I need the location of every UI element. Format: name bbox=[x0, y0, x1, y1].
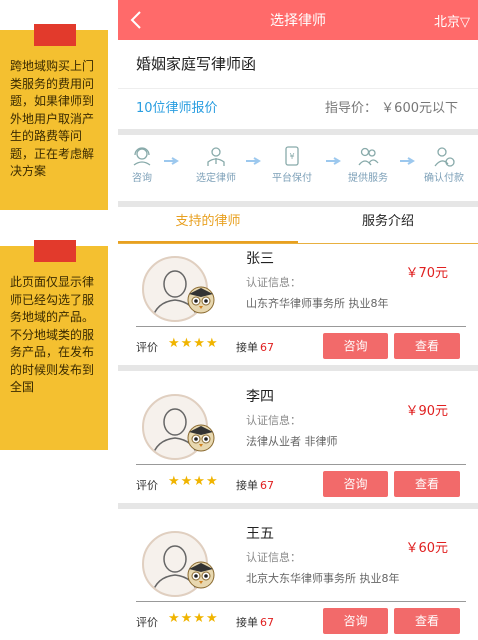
rating-label: 评价 bbox=[136, 341, 158, 354]
quote-row: 10位律师报价 指导价： ￥600元以下 bbox=[118, 89, 478, 129]
orders-count: 接单 67 bbox=[236, 614, 274, 630]
orders-count: 接单 67 bbox=[236, 477, 274, 493]
step-label: 提供服务 bbox=[348, 173, 388, 184]
orders-value: 67 bbox=[260, 616, 274, 629]
note-text: 此页面仅显示律师已经勾选了服务地域的产品。 不分地域类的服务产品，在发布的时候则… bbox=[10, 275, 95, 394]
lawyer-price: ￥90元 bbox=[405, 404, 448, 419]
lawyer-name: 李四 bbox=[246, 389, 274, 405]
step-confirm: 确认付款 bbox=[414, 145, 474, 184]
svg-text:¥: ¥ bbox=[289, 152, 294, 161]
owl-mascot-icon bbox=[187, 561, 215, 589]
user-pay-icon bbox=[434, 147, 455, 167]
card-divider bbox=[136, 601, 466, 602]
cert-label: 认证信息： bbox=[246, 276, 301, 289]
quote-count-link[interactable]: 10位律师报价 bbox=[136, 101, 218, 116]
card-separator bbox=[118, 365, 478, 371]
cert-value: 法律从业者 非律师 bbox=[246, 435, 338, 448]
lawyer-name: 张三 bbox=[246, 251, 274, 267]
note-tab-marker bbox=[34, 24, 76, 46]
city-selector[interactable]: 北京▽ bbox=[434, 11, 470, 30]
lawyer-price: ￥60元 bbox=[405, 541, 448, 556]
orders-count: 接单 67 bbox=[236, 339, 274, 355]
lawyer-name: 王五 bbox=[246, 526, 274, 542]
headset-icon bbox=[133, 147, 151, 166]
card-separator bbox=[118, 503, 478, 509]
orders-value: 67 bbox=[260, 479, 274, 492]
step-choose: 选定律师 bbox=[186, 145, 246, 184]
lawyer-card: 张三 认证信息： 山东齐华律师事务所 执业8年 ￥70元 评价 ★★★★ 接单 6… bbox=[118, 236, 478, 361]
phone-screen: 选择律师 北京▽ 婚姻家庭写律师函 10位律师报价 指导价： ￥600元以下 咨… bbox=[118, 0, 478, 640]
consult-button[interactable]: 咨询 bbox=[323, 333, 388, 359]
rating-stars: ★★★★ bbox=[168, 611, 219, 626]
card-divider bbox=[136, 326, 466, 327]
view-button[interactable]: 查看 bbox=[394, 333, 460, 359]
rating-label: 评价 bbox=[136, 479, 158, 492]
consult-button[interactable]: 咨询 bbox=[323, 608, 388, 634]
rating-stars: ★★★★ bbox=[168, 474, 219, 489]
process-steps: 咨询 选定律师 ¥ 平台保付 提供服务 确认付款 bbox=[118, 135, 478, 201]
lawyer-card: 李四 认证信息： 法律从业者 非律师 ￥90元 评价 ★★★★ 接单 67 咨询 … bbox=[118, 374, 478, 499]
payment-icon: ¥ bbox=[285, 146, 299, 166]
annotation-note-2: 此页面仅显示律师已经勾选了服务地域的产品。 不分地域类的服务产品，在发布的时候则… bbox=[0, 240, 108, 450]
note-tab-marker bbox=[34, 240, 76, 262]
orders-label: 接单 bbox=[236, 341, 258, 354]
service-title: 婚姻家庭写律师函 bbox=[118, 40, 478, 89]
consult-button[interactable]: 咨询 bbox=[323, 471, 388, 497]
step-label: 平台保付 bbox=[272, 173, 312, 184]
annotation-note-1: 跨地域购买上门类服务的费用问题，如果律师到外地用户取消产生的路费等问题，正在考虑… bbox=[0, 24, 108, 210]
orders-label: 接单 bbox=[236, 616, 258, 629]
step-escrow: ¥ 平台保付 bbox=[262, 145, 322, 184]
lawyer-price: ￥70元 bbox=[405, 266, 448, 281]
step-service: 提供服务 bbox=[338, 145, 398, 184]
step-label: 选定律师 bbox=[196, 173, 236, 184]
step-label: 咨询 bbox=[132, 173, 152, 184]
view-button[interactable]: 查看 bbox=[394, 471, 460, 497]
owl-mascot-icon bbox=[187, 424, 215, 452]
owl-mascot-icon bbox=[187, 286, 215, 314]
orders-value: 67 bbox=[260, 341, 274, 354]
service-icon bbox=[358, 147, 379, 166]
guide-price-label: 指导价： bbox=[325, 101, 378, 116]
rating-stars: ★★★★ bbox=[168, 336, 219, 351]
cert-label: 认证信息： bbox=[246, 414, 301, 427]
rating-label: 评价 bbox=[136, 616, 158, 629]
cert-value: 北京大东华律师事务所 执业8年 bbox=[246, 572, 400, 585]
arrow-right-icon bbox=[164, 157, 179, 165]
view-button[interactable]: 查看 bbox=[394, 608, 460, 634]
nav-bar: 选择律师 北京▽ bbox=[118, 0, 478, 40]
note-text: 跨地域购买上门类服务的费用问题，如果律师到外地用户取消产生的路费等问题，正在考虑… bbox=[10, 59, 95, 178]
page-title: 选择律师 bbox=[270, 13, 326, 29]
guide-price: 指导价： ￥600元以下 bbox=[325, 89, 458, 129]
step-label: 确认付款 bbox=[424, 173, 464, 184]
cert-value: 山东齐华律师事务所 执业8年 bbox=[246, 297, 389, 310]
arrow-right-icon bbox=[246, 157, 261, 165]
orders-label: 接单 bbox=[236, 479, 258, 492]
lawyer-card: 王五 认证信息： 北京大东华律师事务所 执业8年 ￥60元 评价 ★★★★ 接单… bbox=[118, 511, 478, 636]
cert-label: 认证信息： bbox=[246, 551, 301, 564]
lawyer-icon bbox=[207, 147, 225, 166]
guide-price-value: ￥600元以下 bbox=[381, 101, 458, 116]
card-divider bbox=[136, 464, 466, 465]
